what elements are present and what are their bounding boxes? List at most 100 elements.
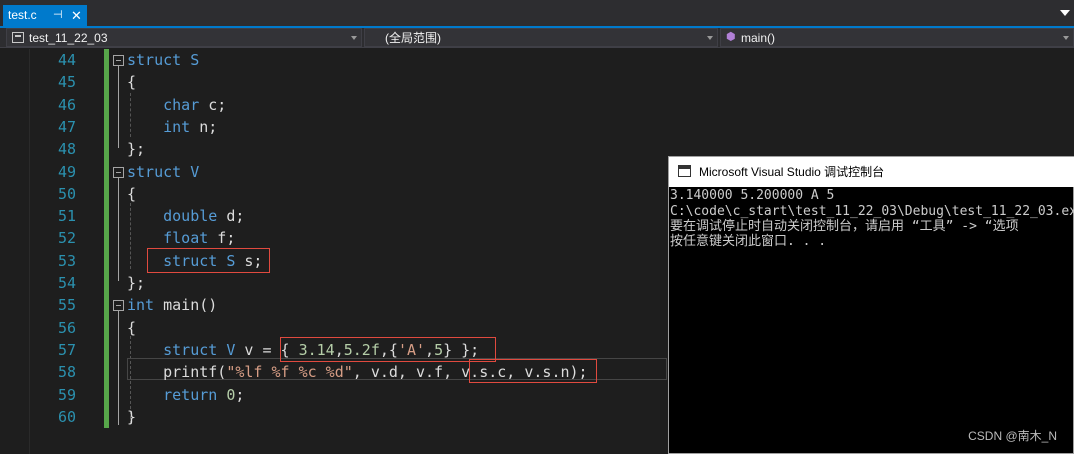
code-token: S xyxy=(190,51,200,69)
code-token: printf( xyxy=(127,363,227,382)
scope-dropdown-value: (全局范围) xyxy=(385,31,441,45)
code-token: { xyxy=(127,73,137,92)
code-token: char xyxy=(163,95,200,114)
code-token: struct xyxy=(127,51,182,69)
code-line[interactable]: 46 char c; xyxy=(0,94,1074,116)
close-icon[interactable]: ✕ xyxy=(71,5,82,26)
console-title-bar[interactable]: Microsoft Visual Studio 调试控制台 xyxy=(669,157,1074,187)
console-line: 3.140000 5.200000 A 5 xyxy=(670,188,835,203)
code-text: double d; xyxy=(127,205,244,227)
member-dropdown[interactable]: ⬢ main() xyxy=(720,28,1074,47)
code-token: ; xyxy=(235,385,245,404)
code-token: return xyxy=(163,385,218,404)
code-line[interactable]: 47 int n; xyxy=(0,116,1074,138)
code-token: main() xyxy=(154,296,218,315)
pin-icon[interactable]: ⊣ xyxy=(53,5,63,26)
project-dropdown-value: test_11_22_03 xyxy=(29,31,108,45)
console-line: C:\code\c_start\test_11_22_03\Debug\test… xyxy=(670,204,1074,219)
code-text: struct V xyxy=(127,161,199,183)
code-text: struct S xyxy=(127,49,199,71)
line-number: 59 xyxy=(57,385,76,404)
code-token: v = xyxy=(235,340,281,359)
navigation-bar: test_11_22_03 (全局范围) ⬢ main() xyxy=(0,28,1074,48)
collapse-toggle-icon[interactable] xyxy=(113,300,124,312)
document-tab-strip: test.c ⊣ ✕ xyxy=(0,0,1074,28)
code-text: int main() xyxy=(127,294,217,316)
console-app-icon xyxy=(678,165,691,177)
code-text: int n; xyxy=(127,116,217,138)
line-number: 58 xyxy=(57,363,76,382)
code-token: "%lf %f %c %d" xyxy=(226,363,353,382)
chevron-down-icon xyxy=(351,36,357,40)
code-token: float xyxy=(163,229,209,248)
code-token: d; xyxy=(217,207,245,226)
code-text: { xyxy=(127,317,136,339)
tab-label: test.c xyxy=(8,8,37,22)
debug-console-window[interactable]: Microsoft Visual Studio 调试控制台 3.140000 5… xyxy=(668,156,1074,454)
line-number: 49 xyxy=(57,162,76,181)
console-output[interactable]: 3.140000 5.200000 A 5 C:\code\c_start\te… xyxy=(669,187,1074,453)
function-cube-icon: ⬢ xyxy=(726,31,736,43)
annotation-box-struct-s xyxy=(147,248,270,273)
code-token: n; xyxy=(190,117,218,136)
code-token: }; xyxy=(127,274,146,292)
project-icon xyxy=(12,32,24,43)
collapse-toggle-icon[interactable] xyxy=(113,55,124,66)
line-number: 50 xyxy=(57,184,76,203)
code-token: { xyxy=(127,184,137,203)
line-number: 54 xyxy=(57,274,76,292)
watermark: CSDN @南木_N xyxy=(968,429,1057,443)
code-token: c; xyxy=(199,95,227,114)
line-number: 45 xyxy=(57,73,76,92)
code-token: int xyxy=(127,296,155,315)
code-text: } xyxy=(127,406,136,428)
line-number: 53 xyxy=(57,251,76,270)
code-token: } xyxy=(127,407,137,426)
tab-overflow-dropdown-icon[interactable] xyxy=(1060,10,1070,16)
annotation-box-initializer xyxy=(280,337,496,362)
tab-test-c[interactable]: test.c ⊣ ✕ xyxy=(3,5,87,26)
code-token: }; xyxy=(127,140,146,159)
code-text: }; xyxy=(127,272,145,294)
console-title: Microsoft Visual Studio 调试控制台 xyxy=(699,165,885,179)
line-number: 47 xyxy=(57,117,76,136)
annotation-box-nested-members xyxy=(469,359,597,383)
code-token: double xyxy=(163,207,218,226)
line-number: 51 xyxy=(57,207,76,226)
console-line: 按任意键关闭此窗口. . . xyxy=(670,234,827,249)
scope-dropdown[interactable]: (全局范围) xyxy=(364,28,718,47)
code-line[interactable]: 44 struct S xyxy=(0,49,1074,71)
code-text: return 0; xyxy=(127,384,244,406)
chevron-down-icon xyxy=(707,36,713,40)
code-text: }; xyxy=(127,138,145,160)
collapse-toggle-icon[interactable] xyxy=(113,166,124,178)
code-token: V xyxy=(190,162,200,181)
code-token: int xyxy=(163,117,191,136)
code-token: { xyxy=(127,318,137,337)
console-line: 要在调试停止时自动关闭控制台，请启用 “工具” -> “选项 xyxy=(670,219,1019,234)
code-token: struct xyxy=(127,162,182,181)
code-text: char c; xyxy=(127,94,226,116)
code-text: { xyxy=(127,71,136,93)
code-text: { xyxy=(127,183,136,205)
code-token: f; xyxy=(208,229,236,248)
project-dropdown[interactable]: test_11_22_03 xyxy=(6,28,362,47)
line-number: 44 xyxy=(57,51,76,69)
code-text: float f; xyxy=(127,227,235,249)
line-number: 56 xyxy=(57,318,76,337)
line-number: 60 xyxy=(57,407,76,426)
line-number: 52 xyxy=(57,229,76,248)
code-line[interactable]: 45 { xyxy=(0,71,1074,93)
line-number: 55 xyxy=(57,296,76,315)
line-number: 57 xyxy=(57,340,76,359)
